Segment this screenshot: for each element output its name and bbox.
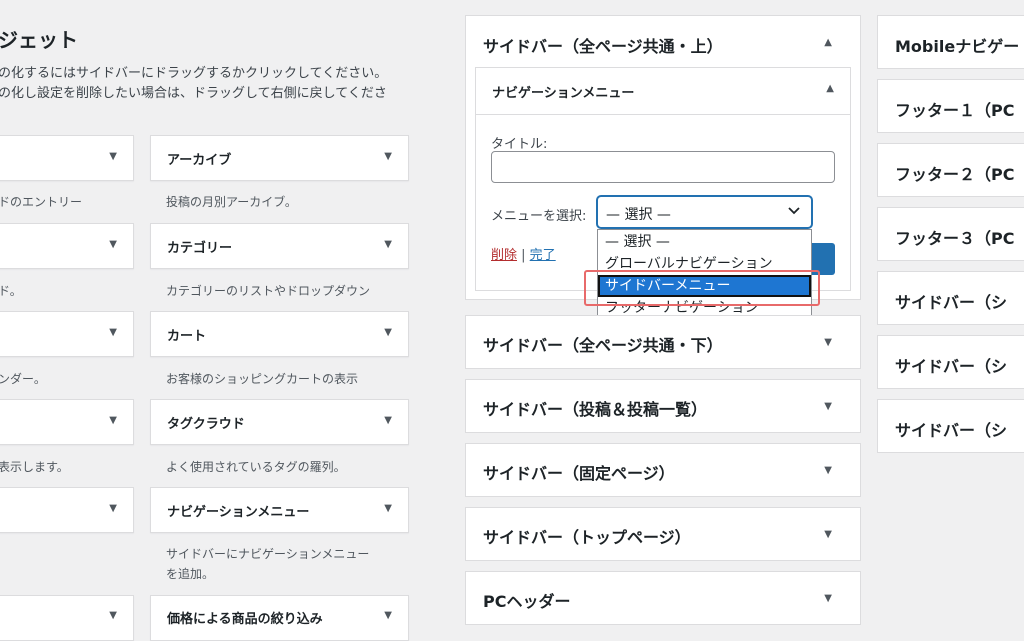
sidebar-title[interactable]: サイドバー（全ページ共通・上） [483,33,723,57]
widget-cart[interactable]: カート ▼ [150,311,409,357]
widget-desc: ンダー。 [0,372,46,386]
widget-item[interactable]: ▼ [0,135,134,181]
expand-icon[interactable]: ▼ [824,529,832,540]
sidebar-title: サイドバー（固定ページ） [483,464,675,483]
widget-title: ナビゲーションメニュー [492,86,635,101]
sidebar-title: サイドバー（シ [895,421,1008,440]
delete-link[interactable]: 削除 [491,248,517,263]
widget-desc: お客様のショッピングカートの表示 [166,372,359,386]
widget-desc: サイドバーにナビゲーションメニュー [166,547,370,561]
menu-select[interactable]: — 選択 — [597,196,812,228]
sidebar-pc-header[interactable]: PCヘッダー ▼ [465,571,861,625]
sidebar-title: サイドバー（全ページ共通・下） [483,336,723,355]
expand-icon[interactable]: ▼ [384,151,392,162]
sidebar-title: フッター１（PC [895,101,1015,120]
sidebar-right-a[interactable]: サイドバー（シ [877,271,1024,325]
sidebar-title: フッター２（PC [895,165,1015,184]
widget-item[interactable]: ▼ [0,223,134,269]
sidebar-pages[interactable]: サイドバー（固定ページ） ▼ [465,443,861,497]
widget-desc: を追加。 [166,567,215,581]
sidebar-title: サイドバー（シ [895,357,1008,376]
sidebar-all-pages-bottom[interactable]: サイドバー（全ページ共通・下） ▼ [465,315,861,369]
sidebar-mobile-nav[interactable]: Mobileナビゲー [877,15,1024,69]
expand-icon[interactable]: ▼ [824,337,832,348]
expand-icon[interactable]: ▼ [109,239,117,250]
sidebar-right-c[interactable]: サイドバー（シ [877,399,1024,453]
done-link[interactable]: 完了 [530,248,556,263]
widget-desc: ドのエントリー [0,195,83,209]
sidebar-title: PCヘッダー [483,592,571,611]
expand-icon[interactable]: ▼ [384,503,392,514]
sidebar-title: サイドバー（シ [895,293,1008,312]
sidebar-top-page[interactable]: サイドバー（トップページ） ▼ [465,507,861,561]
widget-actions: 削除 | 完了 [491,244,556,263]
widget-desc: よく使用されているタグの羅列。 [166,460,346,474]
sidebar-posts[interactable]: サイドバー（投稿＆投稿一覧） ▼ [465,379,861,433]
available-widgets-desc-2: の化し設定を削除したい場合は、ドラッグして右側に戻してくださ [0,86,387,101]
expand-icon[interactable]: ▼ [824,593,832,604]
title-input[interactable] [491,151,835,183]
widget-desc: 表示します。 [0,460,69,474]
expand-icon[interactable]: ▼ [109,151,117,162]
widget-navigation-menu[interactable]: ナビゲーションメニュー ▼ [150,487,409,533]
menu-select-label: メニューを選択: [491,209,587,224]
widget-title: ナビゲーションメニュー [167,505,310,520]
expand-icon[interactable]: ▼ [109,327,117,338]
title-label: タイトル: [491,137,548,152]
widget-title: タグクラウド [167,417,245,432]
widget-desc: 投稿の月別アーカイブ。 [166,195,297,209]
sidebar-title: フッター３（PC [895,229,1015,248]
widget-categories[interactable]: カテゴリー ▼ [150,223,409,269]
nav-menu-widget-header[interactable]: ナビゲーションメニュー ▲ [476,68,850,115]
widget-item[interactable]: ▼ [0,311,134,357]
highlight-annotation [584,270,820,306]
sidebar-footer-1[interactable]: フッター１（PC [877,79,1024,133]
collapse-icon[interactable]: ▲ [824,37,832,48]
sidebar-footer-3[interactable]: フッター３（PC [877,207,1024,261]
sidebar-footer-2[interactable]: フッター２（PC [877,143,1024,197]
available-widgets-desc-1: の化するにはサイドバーにドラッグするかクリックしてください。 [0,66,388,81]
sidebar-title: サイドバー（投稿＆投稿一覧） [483,400,708,419]
expand-icon[interactable]: ▼ [384,327,392,338]
sidebar-title: Mobileナビゲー [895,37,1020,56]
expand-icon[interactable]: ▼ [824,465,832,476]
widget-tag-cloud[interactable]: タグクラウド ▼ [150,399,409,445]
link-separator: | [517,248,530,263]
expand-icon[interactable]: ▼ [109,503,117,514]
widget-desc: カテゴリーのリストやドロップダウン [166,284,371,298]
expand-icon[interactable]: ▼ [824,401,832,412]
dropdown-option[interactable]: — 選択 — [598,231,811,253]
widget-price-filter[interactable]: 価格による商品の絞り込み ▼ [150,595,409,641]
expand-icon[interactable]: ▼ [109,415,117,426]
widget-item[interactable]: ▼ [0,487,134,533]
sidebar-title: サイドバー（トップページ） [483,528,691,547]
chevron-down-icon [787,203,801,221]
widget-title: カテゴリー [167,241,233,256]
widget-title: 価格による商品の絞り込み [167,612,323,627]
collapse-icon[interactable]: ▲ [826,83,834,94]
widget-archive[interactable]: アーカイブ ▼ [150,135,409,181]
widget-item[interactable]: ▼ [0,595,134,641]
expand-icon[interactable]: ▼ [384,239,392,250]
widget-item[interactable]: ▼ [0,399,134,445]
menu-select-value: — 選択 — [606,207,671,223]
sidebar-right-b[interactable]: サイドバー（シ [877,335,1024,389]
widget-title: カート [167,329,207,344]
widget-desc: ド。 [0,284,22,298]
available-widgets-title: ジェット [0,28,78,52]
expand-icon[interactable]: ▼ [384,415,392,426]
widget-title: アーカイブ [167,153,232,168]
